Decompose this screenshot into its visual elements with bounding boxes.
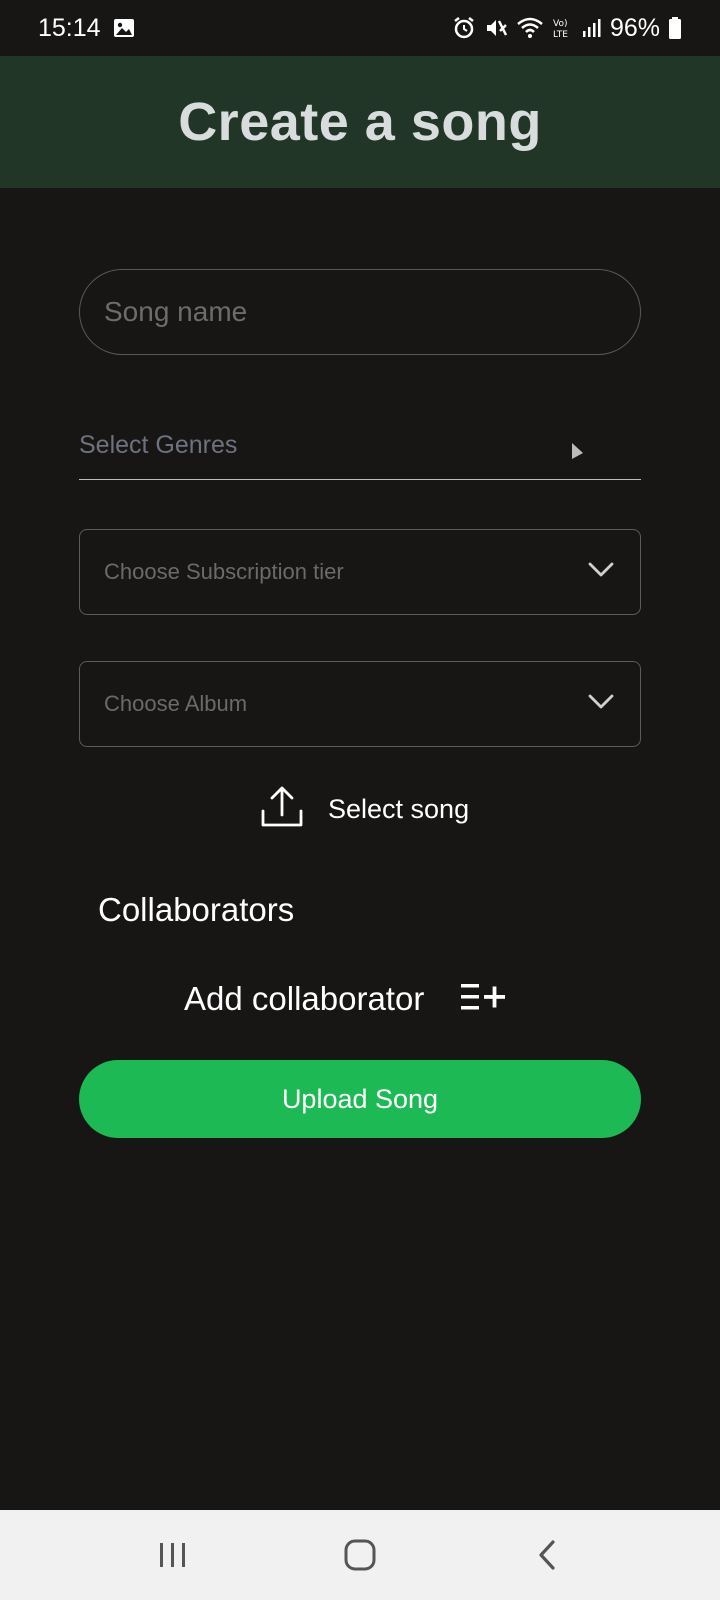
chevron-down-icon [588,562,614,583]
back-icon[interactable] [517,1525,577,1585]
system-nav-bar [0,1510,720,1600]
select-song-label: Select song [328,793,470,824]
status-right: Vo) LTE 96% [452,14,682,43]
collaborators-heading: Collaborators [98,891,295,928]
album-dropdown[interactable]: Choose Album [79,661,641,747]
add-collaborator-label: Add collaborator [184,980,425,1017]
status-bar: 15:14 Vo) LTE 96% [0,0,720,56]
mute-icon [484,16,508,40]
home-icon[interactable] [330,1525,390,1585]
recent-apps-icon[interactable] [143,1525,203,1585]
signal-icon [582,17,602,39]
status-time: 15:14 [38,13,101,42]
svg-text:Vo): Vo) [553,19,567,29]
genres-label: Select Genres [79,431,238,459]
playlist-add-icon [460,982,506,1017]
alarm-icon [452,16,476,40]
battery-percent: 96% [609,13,660,42]
song-name-input[interactable] [79,269,641,355]
caret-right-icon [571,442,585,465]
image-icon [113,18,135,38]
add-collaborator-button[interactable]: Add collaborator [184,975,506,1023]
volte-icon: Vo) LTE [552,16,574,40]
svg-text:LTE: LTE [553,30,568,40]
wifi-icon [516,16,544,40]
battery-icon [668,16,682,40]
select-song-button[interactable]: Select song [260,783,469,835]
upload-icon [260,785,304,834]
subscription-tier-dropdown[interactable]: Choose Subscription tier [79,529,641,615]
header-bar: Create a song [0,56,720,188]
page-title: Create a song [178,92,542,152]
subscription-tier-placeholder: Choose Subscription tier [104,559,344,584]
chevron-down-icon [588,694,614,715]
album-placeholder: Choose Album [104,691,248,716]
status-left: 15:14 [38,14,135,43]
upload-song-button[interactable]: Upload Song [79,1060,641,1138]
genres-select[interactable]: Select Genres [79,416,641,480]
